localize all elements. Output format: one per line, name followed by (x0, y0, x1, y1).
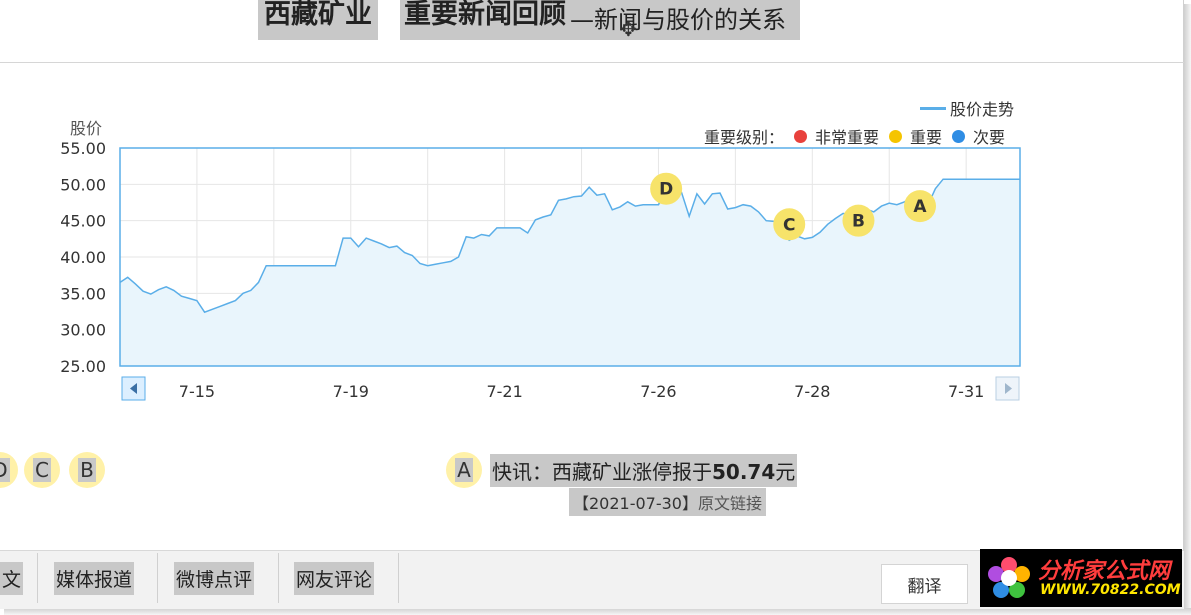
x-tick-label: 7-19 (333, 382, 369, 401)
chart-marker-label: B (852, 212, 865, 232)
y-tick-label: 25.00 (60, 357, 106, 376)
tab-separator (398, 553, 399, 603)
logo-text-cn: 分析家公式网 (1038, 559, 1171, 584)
y-tick-label: 55.00 (60, 139, 106, 158)
site-logo: 分析家公式网 WWW.70822.COM (980, 549, 1182, 607)
x-tick-label: 7-31 (948, 382, 984, 401)
news-meta: 【2021-07-30】原文链接 (569, 488, 767, 516)
news-headline[interactable]: 快讯：西藏矿业涨停报于50.74元 (490, 453, 798, 487)
x-tick-label: 7-26 (640, 382, 676, 401)
x-tick-label: 7-28 (794, 382, 830, 401)
window-shadow-right (1184, 4, 1191, 615)
title-divider (0, 62, 1184, 63)
move-cursor-icon: ✥ (620, 17, 637, 41)
y-tick-label: 40.00 (60, 248, 106, 267)
news-date: 【2021-07-30】 (573, 494, 698, 513)
news-item: A 快讯：西藏矿业涨停报于50.74元 (446, 452, 798, 488)
flower-logo-icon (988, 557, 1030, 598)
stock-price-chart: 55.00 50.00 45.00 40.00 35.00 30.00 25.00 股价 7-1… (60, 119, 1021, 401)
title-subtitle: —新闻与股价的关系 (570, 0, 800, 40)
y-tick-label: 50.00 (60, 175, 106, 194)
chart-marker-label: A (913, 197, 927, 217)
y-tick-label: 30.00 (60, 321, 106, 340)
tab-media-reports[interactable]: 媒体报道 (54, 553, 135, 603)
translate-button[interactable]: 翻译 (881, 564, 968, 604)
x-tick-label: 7-15 (179, 382, 215, 401)
y-axis-label: 股价 (70, 119, 102, 138)
title-stock-name: 西藏矿业 (258, 0, 378, 40)
tab-separator (157, 553, 158, 603)
tab-separator (278, 553, 279, 603)
x-tick-label: 7-21 (486, 382, 522, 401)
tab-user-comments[interactable]: 网友评论 (294, 553, 375, 603)
news-marker-b[interactable]: B (69, 452, 105, 488)
news-marker-a[interactable]: A (446, 452, 482, 488)
y-tick-label: 35.00 (60, 284, 106, 303)
y-tick-label: 45.00 (60, 212, 106, 231)
chart-marker-label: D (659, 180, 673, 200)
chart-marker-label: C (783, 215, 795, 235)
title-news-review: 重要新闻回顾 (400, 0, 570, 40)
news-marker-c[interactable]: C (24, 452, 60, 488)
window-shadow-bottom (4, 608, 1191, 615)
page-title: 西藏矿业 重要新闻回顾 —新闻与股价的关系 (258, 0, 800, 40)
tab-weibo-comments[interactable]: 微博点评 (174, 553, 255, 603)
headline-price: 50.74 (712, 459, 776, 484)
tab-separator (37, 553, 38, 603)
tab-article[interactable]: 文 (0, 553, 24, 603)
original-link[interactable]: 原文链接 (698, 494, 762, 513)
logo-text-url: WWW.70822.COM (1040, 582, 1181, 598)
